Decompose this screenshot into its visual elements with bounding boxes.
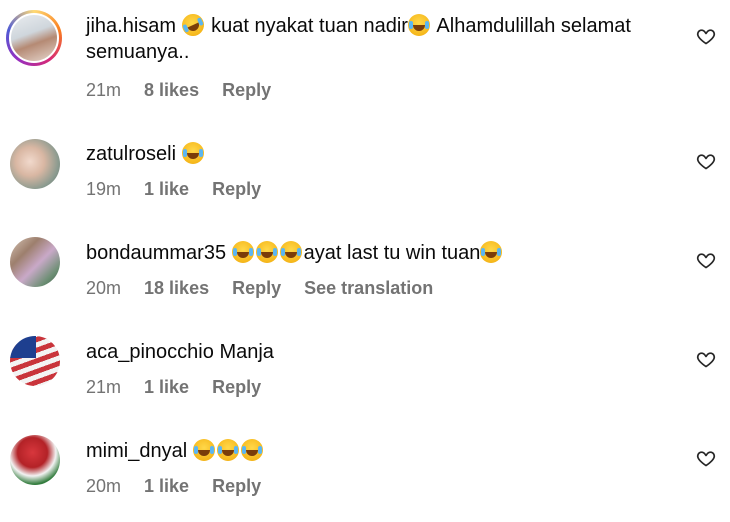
heart-outline-icon[interactable] [696,448,716,468]
comment-time: 19m [86,179,122,199]
comment-text: zatulroseli [86,141,646,167]
comment-text: aca_pinocchio Manja [86,339,646,365]
reply-button[interactable]: Reply [222,80,271,100]
avatar[interactable] [6,10,62,66]
comment-username[interactable]: mimi_dnyal [86,440,187,462]
see-translation-button[interactable]: See translation [304,278,433,298]
flag-canton [10,336,36,358]
heart-outline-icon[interactable] [696,26,716,46]
comment-meta: 21m 1 like Reply [86,377,279,398]
avatar[interactable] [10,139,60,189]
reply-button[interactable]: Reply [212,179,261,199]
comment-text: bondaummar35 ayat last tu win tuan [86,240,646,266]
reply-button[interactable]: Reply [232,278,281,298]
comment-time: 21m [86,377,122,397]
comment-username[interactable]: zatulroseli [86,143,176,165]
likes-count-link[interactable]: 1 like [144,377,189,397]
likes-count-link[interactable]: 18 likes [144,278,209,298]
reply-button[interactable]: Reply [212,377,261,397]
face-with-tears-of-joy-emoji-icon [192,439,215,461]
comment-meta: 20m 18 likes Reply See translation [86,278,451,299]
face-with-tears-of-joy-emoji-icon [407,14,430,36]
heart-outline-icon[interactable] [696,250,716,270]
face-with-tears-of-joy-emoji-icon [480,241,503,263]
heart-outline-icon[interactable] [696,151,716,171]
comment-username[interactable]: bondaummar35 [86,242,226,264]
comment-meta: 20m 1 like Reply [86,476,279,497]
comment-body: kuat nyakat tuan nadir [211,15,408,37]
comment-username[interactable]: aca_pinocchio [86,341,214,363]
comment-time: 21m [86,80,122,100]
comment-meta: 19m 1 like Reply [86,179,279,200]
avatar[interactable] [10,435,60,485]
face-with-tears-of-joy-emoji-icon [231,241,254,263]
comment-meta: 21m 8 likes Reply [86,80,289,101]
reply-button[interactable]: Reply [212,476,261,496]
comment-text: mimi_dnyal [86,438,646,464]
comment-body: ayat last tu win tuan [303,242,481,264]
comment-time: 20m [86,476,122,496]
heart-outline-icon[interactable] [696,349,716,369]
rolling-on-floor-laughing-emoji-icon [177,10,208,40]
likes-count-link[interactable]: 8 likes [144,80,199,100]
comment-username[interactable]: jiha.hisam [86,15,176,37]
comment-body: Manja [219,341,274,363]
comment-time: 20m [86,278,122,298]
likes-count-link[interactable]: 1 like [144,476,189,496]
face-with-tears-of-joy-emoji-icon [255,241,278,263]
avatar[interactable] [10,336,60,386]
face-with-tears-of-joy-emoji-icon [181,142,204,164]
face-with-tears-of-joy-emoji-icon [279,241,302,263]
avatar[interactable] [10,237,60,287]
likes-count-link[interactable]: 1 like [144,179,189,199]
face-with-tears-of-joy-emoji-icon [240,439,263,461]
comment-text: jiha.hisam kuat nyakat tuan nadir Alhamd… [86,10,646,65]
face-with-tears-of-joy-emoji-icon [216,439,239,461]
